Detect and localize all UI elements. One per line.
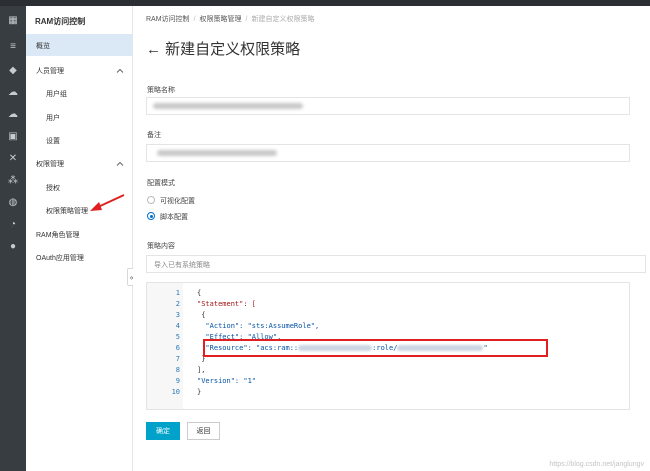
sidebar-item-grant[interactable]: 授权 bbox=[46, 183, 60, 193]
breadcrumb-item-current: 新建自定义权限策略 bbox=[251, 16, 315, 23]
policy-name-input[interactable] bbox=[146, 97, 630, 115]
note-input[interactable] bbox=[146, 144, 630, 162]
cloud-icon[interactable]: ☁ bbox=[7, 86, 19, 98]
line-number: 7 bbox=[175, 355, 180, 363]
redacted-value bbox=[157, 150, 277, 156]
sidebar-item-user-groups[interactable]: 用户组 bbox=[46, 89, 67, 99]
sidebar: RAM访问控制 概览 人员管理 用户组 用户 设置 权限管理 授权 权限策略管理… bbox=[26, 6, 133, 471]
circle-icon[interactable]: ● bbox=[7, 240, 19, 252]
note-label: 备注 bbox=[147, 132, 161, 139]
back-arrow-icon[interactable]: ← bbox=[146, 41, 161, 58]
line-number: 9 bbox=[175, 377, 180, 385]
code-line: "Version": "1" bbox=[197, 377, 257, 385]
line-number: 8 bbox=[175, 366, 180, 374]
grid-icon[interactable]: ▦ bbox=[7, 14, 19, 26]
import-system-policy-select[interactable]: 导入已有系统策略 bbox=[146, 255, 646, 273]
policy-content-label: 策略内容 bbox=[147, 243, 175, 250]
back-button[interactable]: 返回 bbox=[187, 422, 220, 440]
sidebar-item-overview[interactable]: 概览 bbox=[36, 41, 50, 51]
line-number: 3 bbox=[175, 311, 180, 319]
code-line: { bbox=[197, 289, 202, 297]
policy-code-editor[interactable]: 1 2 3 4 5 6 7 8 9 10 { "Statement": [ { … bbox=[146, 282, 630, 410]
sidebar-item-settings[interactable]: 设置 bbox=[46, 136, 60, 146]
line-number: 5 bbox=[175, 333, 180, 341]
breadcrumb-item-policies[interactable]: 权限策略管理 bbox=[200, 16, 242, 23]
nodes-icon[interactable]: ⁂ bbox=[7, 174, 19, 186]
resource-highlight-box bbox=[203, 339, 548, 357]
sidebar-item-oauth-apps[interactable]: OAuth应用管理 bbox=[36, 253, 84, 263]
sidebar-item-ram-roles[interactable]: RAM角色管理 bbox=[36, 230, 80, 240]
line-number: 1 bbox=[175, 289, 180, 297]
line-number: 10 bbox=[171, 388, 180, 396]
radio-visual-config-label[interactable]: 可视化配置 bbox=[160, 196, 195, 206]
main-content: RAM访问控制 / 权限策略管理 / 新建自定义权限策略 ← 新建自定义权限策略 策略名… bbox=[133, 6, 650, 471]
confirm-button[interactable]: 确定 bbox=[146, 422, 180, 440]
line-number: 4 bbox=[175, 322, 180, 330]
cube-icon[interactable]: ▣ bbox=[7, 130, 19, 142]
policy-name-label: 策略名称 bbox=[147, 87, 175, 94]
radio-script-config-label[interactable]: 脚本配置 bbox=[160, 212, 188, 222]
settings-icon[interactable]: ◔ bbox=[7, 218, 19, 230]
config-mode-label: 配置模式 bbox=[147, 180, 175, 187]
sidebar-item-users[interactable]: 用户 bbox=[46, 113, 60, 123]
code-line: { bbox=[197, 311, 206, 319]
cross-icon[interactable]: ✕ bbox=[7, 152, 19, 164]
chevron-up-icon[interactable] bbox=[116, 160, 124, 168]
page-title-text: 新建自定义权限策略 bbox=[165, 41, 301, 58]
radio-visual-config[interactable] bbox=[147, 196, 155, 204]
shield-icon[interactable]: ◆ bbox=[7, 64, 19, 76]
code-line: "Statement": [ bbox=[197, 300, 257, 308]
radio-script-config[interactable] bbox=[147, 212, 155, 220]
line-number: 6 bbox=[175, 344, 180, 352]
cloud-upload-icon[interactable]: ☁ bbox=[7, 108, 19, 120]
chevron-up-icon[interactable] bbox=[116, 67, 124, 75]
menu-icon[interactable]: ≡ bbox=[7, 40, 19, 52]
import-system-policy-placeholder: 导入已有系统策略 bbox=[154, 262, 210, 269]
line-number: 2 bbox=[175, 300, 180, 308]
sidebar-group-people[interactable]: 人员管理 bbox=[36, 66, 64, 76]
editor-gutter: 1 2 3 4 5 6 7 8 9 10 bbox=[147, 283, 183, 409]
breadcrumb: RAM访问控制 / 权限策略管理 / 新建自定义权限策略 bbox=[146, 14, 314, 24]
breadcrumb-separator: / bbox=[193, 16, 196, 23]
redacted-value bbox=[153, 103, 303, 109]
product-icon-rail: ▦ ≡ ◆ ☁ ☁ ▣ ✕ ⁂ ◍ ◔ ● bbox=[0, 6, 26, 471]
sidebar-group-permissions[interactable]: 权限管理 bbox=[36, 159, 64, 169]
breadcrumb-item-ram[interactable]: RAM访问控制 bbox=[146, 16, 190, 23]
page-title: ← 新建自定义权限策略 bbox=[146, 38, 300, 59]
code-line: } bbox=[197, 388, 202, 396]
breadcrumb-separator: / bbox=[245, 16, 248, 23]
watermark: https://blog.csdn.net/janglungv bbox=[549, 461, 644, 468]
code-line: ], bbox=[197, 366, 206, 374]
sidebar-item-policy-management[interactable]: 权限策略管理 bbox=[46, 206, 88, 216]
globe-icon[interactable]: ◍ bbox=[7, 196, 19, 208]
sidebar-title: RAM访问控制 bbox=[35, 17, 86, 26]
code-line: "Action": "sts:AssumeRole", bbox=[197, 322, 320, 330]
